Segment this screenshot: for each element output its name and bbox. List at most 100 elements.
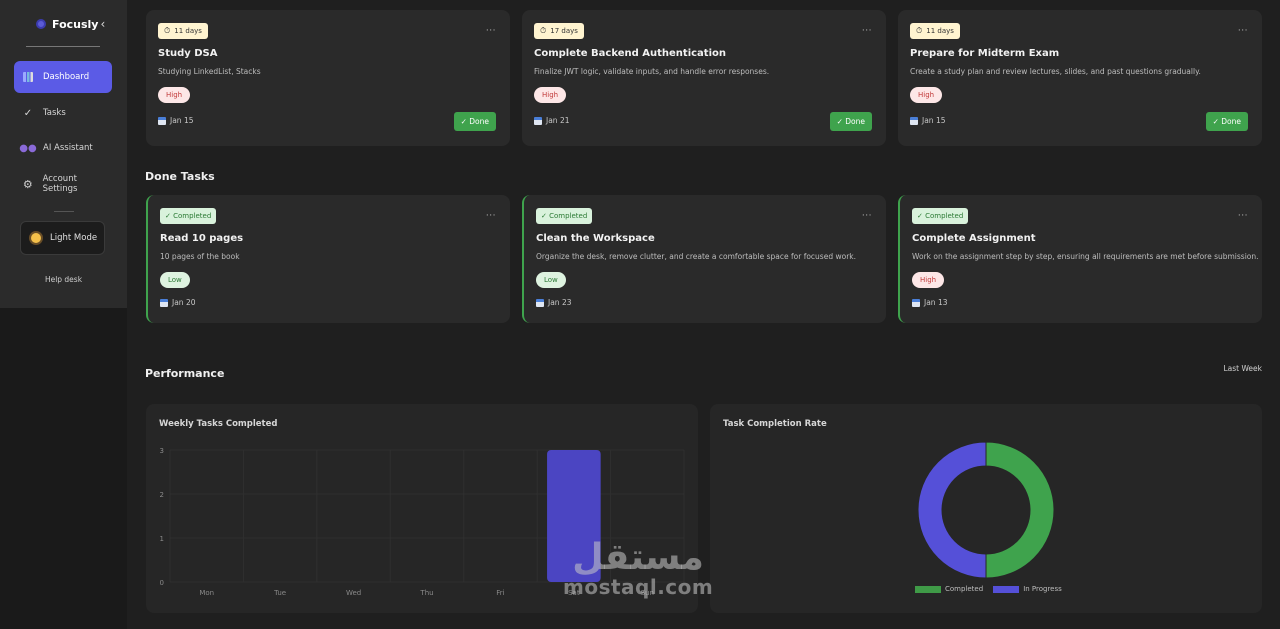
task-description: Finalize JWT logic, validate inputs, and… bbox=[534, 67, 770, 76]
completed-badge: ✓ Completed bbox=[912, 208, 969, 224]
mark-done-button[interactable]: ✓ Done bbox=[453, 112, 496, 131]
task-description: Create a study plan and review lectures,… bbox=[910, 67, 1201, 76]
completed-task-card: ✓ Completed ··· Clean the Workspace Orga… bbox=[522, 195, 886, 323]
task-date: Jan 20 bbox=[160, 298, 196, 307]
legend-label: In Progress bbox=[1023, 585, 1062, 593]
days-left-badge: ⏱ 17 days bbox=[534, 23, 584, 39]
legend-swatch bbox=[993, 585, 1020, 593]
y-tick-label: 2 bbox=[160, 491, 164, 499]
priority-badge: High bbox=[910, 87, 943, 103]
task-description: 10 pages of the book bbox=[160, 252, 240, 261]
light-mode-toggle[interactable]: Light Mode bbox=[20, 221, 105, 255]
sidebar-item-label: Dashboard bbox=[43, 72, 90, 82]
sidebar-empty-area bbox=[0, 308, 127, 629]
sidebar-item-dashboard[interactable]: Dashboard bbox=[14, 61, 112, 93]
task-title: Study DSA bbox=[158, 48, 218, 59]
more-options-icon[interactable]: ··· bbox=[1238, 211, 1248, 221]
calendar-icon bbox=[536, 298, 544, 307]
timer-icon: ⏱ bbox=[164, 26, 171, 35]
completion-donut-chart bbox=[917, 441, 1055, 579]
calendar-icon bbox=[534, 116, 542, 125]
brand-name: Focusly bbox=[52, 17, 99, 31]
calendar-icon bbox=[910, 116, 918, 125]
priority-badge: Low bbox=[160, 272, 190, 288]
y-tick-label: 1 bbox=[160, 535, 164, 543]
range-selector[interactable]: Last Week bbox=[1223, 364, 1262, 373]
task-date: Jan 15 bbox=[158, 116, 194, 125]
ai-icon: ●● bbox=[19, 142, 37, 154]
performance-heading: Performance bbox=[145, 367, 225, 380]
task-title: Clean the Workspace bbox=[536, 233, 655, 244]
completed-task-card: ✓ Completed ··· Read 10 pages 10 pages o… bbox=[146, 195, 510, 323]
task-description: Studying LinkedList, Stacks bbox=[158, 67, 261, 76]
days-left-badge: ⏱ 11 days bbox=[910, 23, 960, 39]
check-icon: ✓ bbox=[23, 107, 33, 119]
collapse-sidebar-icon[interactable]: ‹ bbox=[100, 17, 105, 31]
task-title: Prepare for Midterm Exam bbox=[910, 48, 1060, 59]
priority-badge: Low bbox=[536, 272, 566, 288]
task-card: ⏱ 17 days ··· Complete Backend Authentica… bbox=[522, 10, 886, 146]
sidebar-item-account-settings[interactable]: ⚙ Account Settings bbox=[14, 168, 112, 200]
sidebar-item-label: Tasks bbox=[43, 108, 66, 118]
brand[interactable]: Focusly ‹ bbox=[36, 17, 105, 31]
task-date: Jan 13 bbox=[912, 298, 948, 307]
task-title: Read 10 pages bbox=[160, 233, 244, 244]
watermark: مستقل mostaql.com bbox=[563, 537, 714, 599]
sidebar-item-tasks[interactable]: ✓ Tasks bbox=[14, 97, 112, 129]
task-card: ⏱ 11 days ··· Prepare for Midterm Exam Cr… bbox=[898, 10, 1262, 146]
more-options-icon[interactable]: ··· bbox=[862, 211, 872, 221]
completed-task-card: ✓ Completed ··· Complete Assignment Work… bbox=[898, 195, 1262, 323]
completed-badge: ✓ Completed bbox=[160, 208, 217, 224]
task-date: Jan 23 bbox=[536, 298, 572, 307]
sidebar-item-label: Account Settings bbox=[42, 174, 78, 194]
priority-badge: High bbox=[534, 87, 567, 103]
y-tick-label: 0 bbox=[160, 579, 164, 587]
days-left-badge: ⏱ 11 days bbox=[158, 23, 208, 39]
timer-icon: ⏱ bbox=[540, 26, 547, 35]
more-options-icon[interactable]: ··· bbox=[486, 211, 496, 221]
task-title: Complete Assignment bbox=[912, 233, 1036, 244]
pie-slice[interactable] bbox=[917, 441, 987, 579]
task-description: Organize the desk, remove clutter, and c… bbox=[536, 252, 857, 261]
more-options-icon[interactable]: ··· bbox=[486, 26, 496, 36]
sidebar: Focusly ‹ Dashboard ✓ Tasks ●● AI Assist… bbox=[0, 0, 127, 308]
mark-done-button[interactable]: ✓ Done bbox=[829, 112, 872, 131]
gear-icon: ⚙ bbox=[22, 177, 33, 191]
brand-logo-icon bbox=[36, 19, 46, 29]
more-options-icon[interactable]: ··· bbox=[862, 26, 872, 36]
sidebar-item-label: AI Assistant bbox=[43, 143, 93, 153]
pie-slice[interactable] bbox=[985, 441, 1055, 579]
task-card: ⏱ 11 days ··· Study DSA Studying LinkedLi… bbox=[146, 10, 510, 146]
completion-rate-panel: Task Completion Rate Completed In Progre… bbox=[710, 404, 1262, 613]
brand-divider bbox=[26, 46, 100, 47]
chart-legend: Completed In Progress bbox=[915, 585, 1062, 593]
legend-item[interactable]: Completed bbox=[915, 585, 983, 593]
legend-swatch bbox=[915, 585, 941, 593]
y-tick-label: 3 bbox=[160, 447, 164, 455]
calendar-icon bbox=[160, 298, 168, 307]
legend-item[interactable]: In Progress bbox=[993, 585, 1062, 593]
x-tick-label: Tue bbox=[273, 589, 286, 597]
watermark-arabic: مستقل bbox=[572, 537, 704, 578]
sun-icon bbox=[31, 233, 41, 243]
calendar-icon bbox=[158, 116, 166, 125]
help-desk-link[interactable]: Help desk bbox=[0, 275, 127, 284]
priority-badge: High bbox=[912, 272, 945, 288]
watermark-latin: mostaql.com bbox=[563, 575, 714, 599]
calendar-icon bbox=[912, 298, 920, 307]
mark-done-button[interactable]: ✓ Done bbox=[1205, 112, 1248, 131]
light-mode-label: Light Mode bbox=[50, 233, 98, 243]
timer-icon: ⏱ bbox=[916, 26, 923, 35]
sidebar-divider bbox=[54, 211, 74, 212]
done-tasks-heading: Done Tasks bbox=[145, 170, 215, 183]
completed-badge: ✓ Completed bbox=[536, 208, 593, 224]
more-options-icon[interactable]: ··· bbox=[1238, 26, 1248, 36]
x-tick-label: Thu bbox=[419, 589, 433, 597]
x-tick-label: Fri bbox=[496, 589, 504, 597]
task-title: Complete Backend Authentication bbox=[534, 48, 727, 59]
legend-label: Completed bbox=[945, 585, 984, 593]
sidebar-item-ai-assistant[interactable]: ●● AI Assistant bbox=[14, 132, 112, 164]
priority-badge: High bbox=[158, 87, 191, 103]
x-tick-label: Wed bbox=[346, 589, 361, 597]
task-description: Work on the assignment step by step, ens… bbox=[912, 252, 1259, 261]
